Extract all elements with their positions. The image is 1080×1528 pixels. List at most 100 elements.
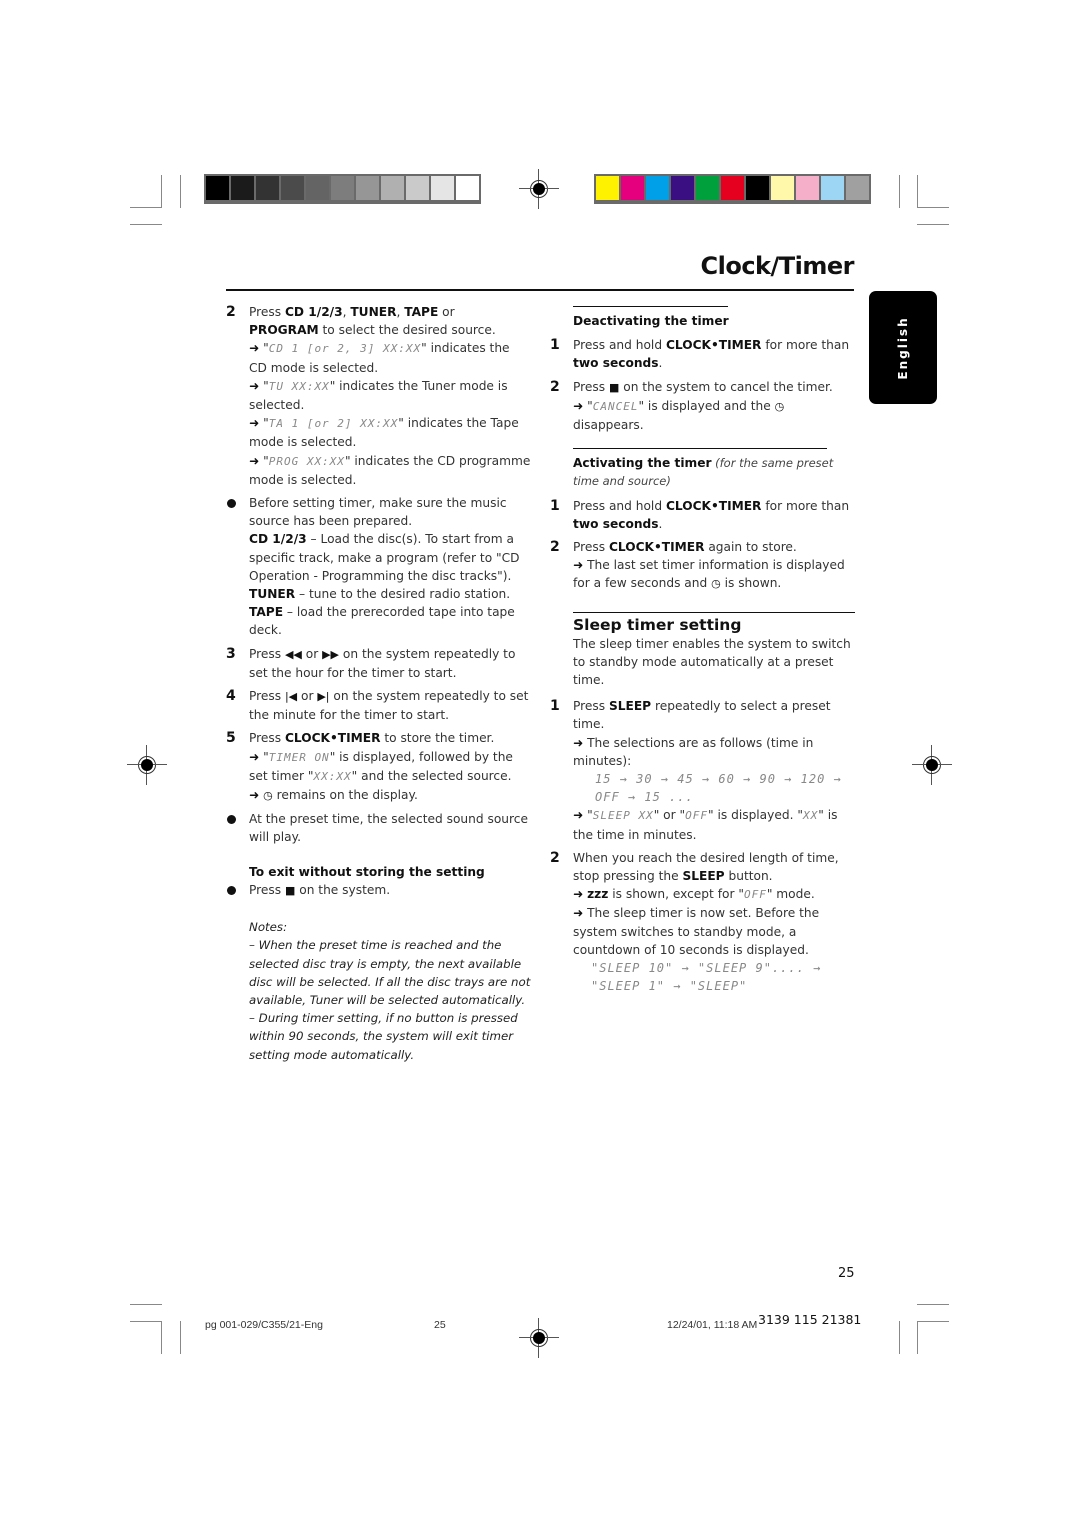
lcd-text: CD 1 [or 2, 3] XX:XX: [268, 342, 422, 356]
arrow-icon: ➜: [573, 398, 584, 413]
bullet-preset-play: At the preset time, the selected sound s…: [226, 810, 531, 846]
activate-heading: Activating the timer (for the same prese…: [573, 456, 834, 489]
sleep-zzz-icon: zzz: [587, 887, 609, 902]
color-swatch: [596, 176, 619, 200]
step-3-set-hour: 3 Press ◀◀ or ▶▶ on the system repeatedl…: [226, 645, 516, 680]
color-swatch: [646, 176, 669, 200]
step-number: 3: [226, 645, 236, 662]
arrow-icon: ➜: [249, 788, 260, 803]
rewind-icon: ◀◀: [284, 647, 302, 661]
page-number: 25: [838, 1266, 855, 1281]
arrow-icon: ➜: [573, 735, 584, 750]
step-number: 4: [226, 688, 236, 705]
arrow-icon: ➜: [573, 808, 584, 823]
footer-timestamp: 12/24/01, 11:18 AM: [667, 1319, 758, 1331]
crop-mark: [180, 175, 181, 208]
arrow-icon: ➜: [249, 749, 260, 764]
section-divider: [573, 611, 855, 613]
step-number: 2: [550, 849, 560, 866]
bullet-prepare-source: Before setting timer, make sure the musi…: [226, 494, 531, 640]
color-swatch: [796, 176, 819, 200]
step-number: 1: [550, 337, 560, 354]
right-column: Deactivating the timer 1 Press and hold …: [550, 306, 855, 1001]
color-swatch: [356, 176, 379, 200]
color-swatch: [431, 176, 454, 200]
crop-mark: [130, 224, 162, 225]
left-column: 2 Press CD 1/2/3, TUNER, TAPE or PROGRAM…: [226, 303, 531, 1064]
sleep-countdown: "SLEEP 10" → "SLEEP 9".... → "SLEEP 1" →…: [591, 961, 822, 994]
bullet-icon: [227, 885, 236, 895]
grayscale-color-bar: [204, 174, 481, 204]
language-label: English: [896, 315, 910, 380]
sleep-step-2: 2 When you reach the desired length of t…: [550, 849, 855, 996]
lcd-text: PROG XX:XX: [268, 454, 345, 468]
activate-step-1: 1 Press and hold CLOCK•TIMER for more th…: [550, 497, 850, 531]
color-swatch: [331, 176, 354, 200]
step-4-set-minute: 4 Press |◀ or ▶| on the system repeatedl…: [226, 688, 529, 723]
lcd-text: TU XX:XX: [268, 379, 330, 393]
note-item: – During timer setting, if no button is …: [249, 1011, 518, 1062]
sleep-section-title: Sleep timer setting: [573, 615, 742, 634]
color-swatch: [306, 176, 329, 200]
arrow-icon: ➜: [573, 906, 584, 921]
deactivate-step-2: 2 Press ■ on the system to cancel the ti…: [550, 378, 833, 433]
step-number: 1: [550, 497, 560, 514]
step-number: 2: [550, 378, 560, 395]
sleep-sequence: 15 → 30 → 45 → 60 → 90 → 120 → OFF → 15 …: [595, 772, 842, 805]
notes-label: Notes:: [249, 920, 288, 935]
color-swatch: [281, 176, 304, 200]
color-swatch: [771, 176, 794, 200]
lcd-text: XX:XX: [313, 769, 352, 783]
lcd-text: XX: [802, 809, 819, 823]
crop-mark: [161, 1321, 162, 1354]
bullet-exit: Press ■ on the system.: [226, 881, 531, 900]
color-swatch: [381, 176, 404, 200]
color-swatch: [721, 176, 744, 200]
step-number: 2: [226, 304, 236, 320]
stop-icon: ■: [608, 380, 620, 394]
clock-timer-icon: ◷: [774, 399, 785, 413]
clock-timer-icon: ◷: [711, 577, 721, 591]
footer-page: 25: [434, 1319, 446, 1331]
crop-mark: [899, 175, 900, 208]
crop-mark: [917, 175, 918, 208]
lcd-text: SLEEP XX: [592, 809, 654, 823]
lcd-text: TA 1 [or 2] XX:XX: [268, 417, 399, 431]
registration-mark-icon: [519, 169, 559, 209]
crop-mark: [917, 1304, 949, 1305]
arrow-icon: ➜: [573, 558, 584, 573]
registration-mark-icon: [127, 745, 167, 785]
lcd-text: CANCEL: [592, 399, 639, 413]
crop-mark: [130, 207, 162, 208]
bullet-icon: [227, 499, 236, 509]
fast-forward-icon: ▶▶: [322, 647, 340, 661]
lcd-text: OFF: [743, 888, 767, 902]
process-color-bar: [594, 174, 871, 204]
step-number: 2: [550, 539, 560, 556]
crop-mark: [161, 175, 162, 208]
skip-previous-icon: |◀: [284, 690, 298, 704]
arrow-icon: ➜: [249, 378, 260, 393]
crop-mark: [899, 1321, 900, 1354]
activate-step-2: 2 Press CLOCK•TIMER again to store. ➜ Th…: [550, 539, 845, 591]
notes: Notes: – When the preset time is reached…: [226, 918, 531, 1064]
sleep-intro: The sleep timer enables the system to sw…: [573, 636, 851, 688]
crop-mark: [130, 1321, 162, 1322]
color-swatch: [231, 176, 254, 200]
color-swatch: [406, 176, 429, 200]
registration-mark-icon: [912, 745, 952, 785]
color-swatch: [846, 176, 869, 200]
language-tab: English: [869, 291, 937, 404]
color-swatch: [256, 176, 279, 200]
section-divider: [573, 448, 827, 450]
stop-icon: ■: [284, 883, 296, 897]
registration-mark-icon: [519, 1318, 559, 1358]
lcd-text: OFF: [685, 809, 708, 823]
color-swatch: [206, 176, 229, 200]
arrow-icon: ➜: [249, 453, 260, 468]
step-2-select-source: 2 Press CD 1/2/3, TUNER, TAPE or PROGRAM…: [226, 304, 531, 487]
crop-mark: [917, 1321, 949, 1322]
footer-product-code: 3139 115 21381: [758, 1312, 862, 1327]
step-number: 1: [550, 698, 560, 715]
page-title: Clock/Timer: [700, 252, 855, 280]
